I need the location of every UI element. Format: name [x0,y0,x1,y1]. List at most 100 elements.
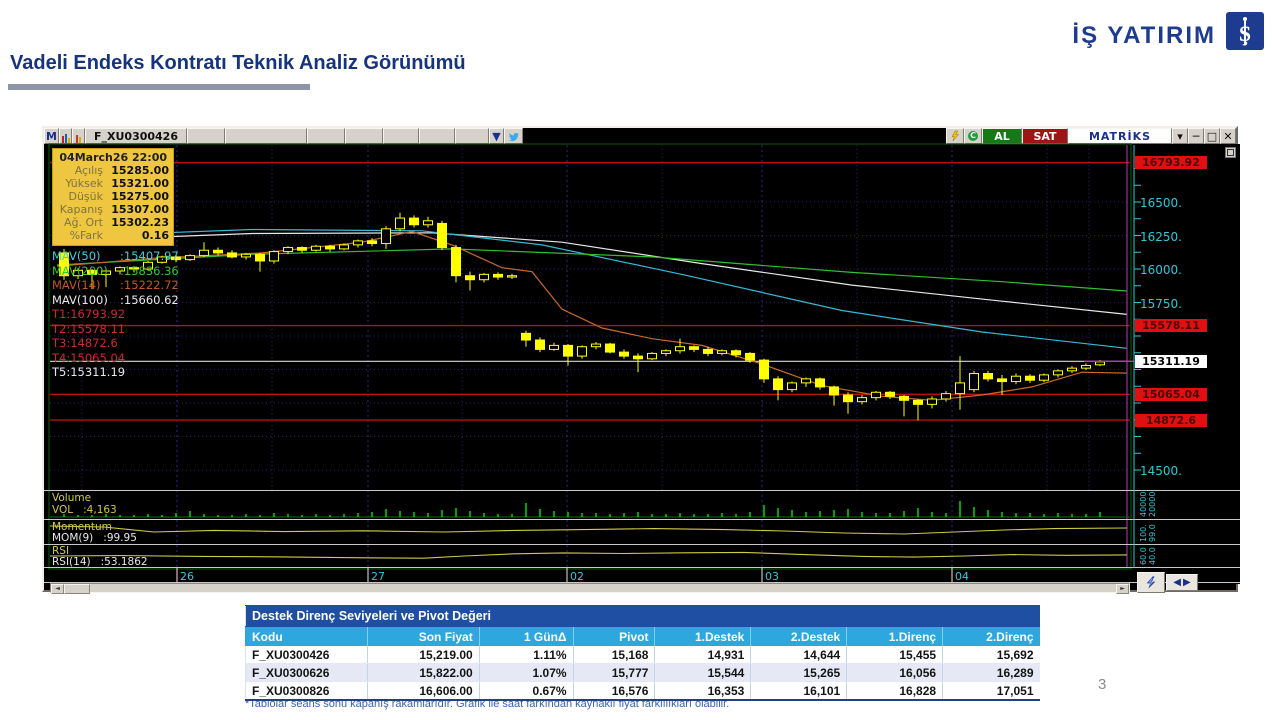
mav-value: :15222.72 [120,278,179,292]
info-value: 15307.00 [111,203,169,216]
matriks-chart-window: M F_XU0300426 ▼ C AL SAT MATRİKS ▾ ─ □ ✕ [42,126,1240,594]
price-axis-label: 16500. [1140,196,1182,210]
table-header-cell: 2.Destek [750,626,847,646]
info-value: 15302.23 [111,216,169,229]
t-level-label: T4:15065.04 [52,350,126,365]
candle-body [227,252,237,258]
t-level-label: T2:15578.11 [52,321,126,336]
candle-body [353,240,363,246]
time-axis-label: 03 [765,570,779,583]
table-cell: 15,455 [846,646,943,664]
candle-body [1011,375,1021,383]
candle-body [689,346,699,350]
volume-panel-title: Volume [52,492,92,504]
candle-body [773,378,783,391]
mav-name: MAV(50) [52,249,101,263]
info-box-timestamp: 04March26 22:00 [59,151,167,164]
info-label: Açılış [74,164,103,177]
price-axis-label: 16000. [1140,263,1182,277]
info-value: 15285.00 [111,164,169,177]
candle-body [731,350,741,356]
time-axis-label: 26 [180,570,194,583]
candle-body [941,393,951,400]
t-level-label: T1:16793.92 [52,307,126,321]
scroll-left-button[interactable]: ◄ [51,584,64,594]
candle-body [549,344,559,350]
candle-body [633,355,643,360]
is-bank-glyph: Ş [1239,17,1251,46]
brand-logo-icon: Ş [1226,12,1264,50]
scrollbar-thumb[interactable] [64,584,90,594]
candle-body [437,222,447,249]
mav-label: MAV(14) :15222.72 [52,278,179,293]
price-axis-label: 15750. [1140,296,1182,311]
title-underline [8,84,310,90]
candle-body [857,397,867,403]
table-cell: 1.07% [478,663,574,682]
candle-body [619,351,629,357]
info-value: 15275.00 [111,190,169,203]
mav-label: MAV(50):15407.97 [52,249,179,264]
candle-body [521,332,531,341]
candle-body [801,378,811,384]
candle-body [1081,364,1091,369]
table-cell: 16,353 [654,681,751,701]
price-level-badge: 15065.04 [1135,387,1207,401]
mav-name: MAV(200) [52,263,108,278]
table-cell: 16,828 [846,681,943,701]
candle-body [983,373,993,380]
t-level-label: T5:15311.19 [52,365,126,379]
table-cell: 15,822.00 [366,663,480,682]
candle-body [199,249,209,257]
candle-body [1039,374,1049,381]
candle-body [605,343,615,353]
scroll-right-button[interactable]: ► [1116,584,1129,594]
table-cell: 0.67% [478,681,574,701]
price-axis-label: 16250. [1140,229,1182,244]
table-row: F_XU0300626 15,822.00 1.07% 15,777 15,544 15,… [245,663,1040,682]
t-level-label: T3:14872.6 [52,336,118,350]
bar-navigation-buttons[interactable]: ◀ ▶ [1166,574,1198,591]
table-header-cell: 1.Destek [654,626,751,646]
chart-background [44,144,1240,584]
axis-settings-button[interactable] [1225,147,1236,158]
info-box-row: Ağ. Ort 15302.23 [55,216,169,229]
table-cell: 15,168 [572,646,655,664]
contract-code-cell: F_XU0300826 [245,681,368,701]
volume-value: VOL :4,163 [52,504,117,516]
candle-body [1067,367,1077,372]
volume-axis-label: 20000. [1148,489,1157,517]
momentum-value: MOM(9) :99.95 [52,532,137,544]
time-axis-label: 27 [371,570,385,583]
table-cell: 17,051 [942,681,1040,701]
candle-body [255,253,265,262]
table-cell: 15,219.00 [366,646,480,664]
candle-body [1095,361,1105,366]
candle-body [829,386,839,396]
table-header-cell: 2.Direnç [942,626,1040,646]
mav-name: MAV(14) [52,278,101,292]
mav-label: MAV(100):15660.62 [52,293,179,308]
info-box-row: Düşük 15275.00 [55,190,169,203]
candle-body [451,247,461,277]
matriks-logo-button[interactable] [1137,572,1165,593]
candle-body [717,350,727,354]
candle-body [1053,370,1063,376]
table-header-cell: Kodu [245,626,368,646]
candle-body [339,244,349,250]
info-box-row: Yüksek 15321.00 [55,177,169,190]
table-cell: 15,692 [942,646,1040,664]
price-axis-label: 14500. [1140,464,1182,478]
page-number: 3 [1098,676,1107,693]
candle-body [745,352,755,361]
brand-wordmark: İŞ YATIRIM [1072,22,1216,49]
candle-body [563,344,573,357]
horizontal-scrollbar[interactable]: ◄ ► [50,583,1130,594]
candle-body [325,245,335,250]
candle-body [283,247,293,253]
info-label: Yüksek [65,177,103,190]
candle-body [997,378,1007,383]
table-cell: 15,544 [654,663,751,682]
table-header-cell: 1 GünΔ [478,626,574,646]
candle-body [913,399,923,405]
